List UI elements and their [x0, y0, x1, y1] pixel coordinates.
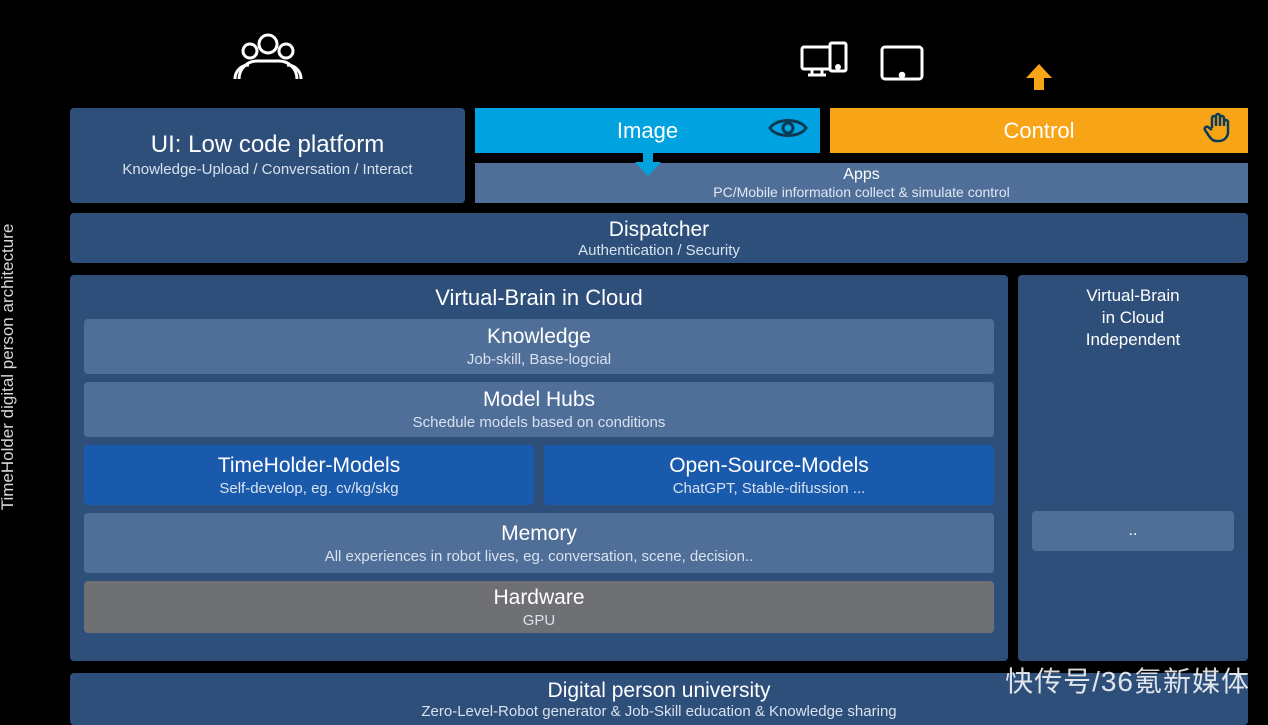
hardware-title: Hardware — [493, 586, 584, 610]
university-title: Digital person university — [548, 679, 771, 703]
people-icon-container — [70, 30, 465, 88]
ui-platform-title: UI: Low code platform — [151, 131, 384, 159]
sidebar-title: TimeHolder digital person architecture — [0, 224, 18, 511]
university-box: Digital person university Zero-Level-Rob… — [70, 673, 1248, 725]
virtual-brain-container: Virtual-Brain in Cloud Knowledge Job-ski… — [70, 275, 1008, 661]
memory-box: Memory All experiences in robot lives, e… — [84, 513, 994, 573]
platform-row: UI: Low code platform Knowledge-Upload /… — [70, 108, 1248, 203]
model-hubs-box: Model Hubs Schedule models based on cond… — [84, 382, 994, 437]
university-subtitle: Zero-Level-Robot generator & Job-Skill e… — [421, 703, 896, 720]
tablet-icon — [878, 43, 926, 88]
image-control-row: Image Control — [475, 108, 1248, 153]
timeholder-models-box: TimeHolder-Models Self-develop, eg. cv/k… — [84, 445, 534, 505]
apps-subtitle: PC/Mobile information collect & simulate… — [713, 184, 1009, 200]
memory-title: Memory — [501, 522, 577, 546]
up-arrow-icon — [1024, 64, 1054, 96]
open-source-models-title: Open-Source-Models — [669, 454, 869, 478]
top-icons-row — [70, 30, 1248, 88]
hardware-box: Hardware GPU — [84, 581, 994, 633]
independent-box: Virtual-Brain in Cloud Independent .. — [1018, 275, 1248, 661]
open-source-models-box: Open-Source-Models ChatGPT, Stable-difus… — [544, 445, 994, 505]
control-box: Control — [830, 108, 1248, 153]
dispatcher-subtitle: Authentication / Security — [578, 242, 740, 259]
independent-inner-box: .. — [1032, 511, 1234, 551]
model-hubs-title: Model Hubs — [483, 388, 595, 412]
independent-line1: Virtual-Brain — [1086, 285, 1181, 307]
desktop-mobile-icon — [798, 39, 850, 88]
control-label: Control — [1004, 118, 1075, 144]
ui-platform-box: UI: Low code platform Knowledge-Upload /… — [70, 108, 465, 203]
eye-icon — [768, 114, 808, 148]
knowledge-subtitle: Job-skill, Base-logcial — [467, 351, 611, 368]
timeholder-models-subtitle: Self-develop, eg. cv/kg/skg — [219, 480, 398, 497]
memory-subtitle: All experiences in robot lives, eg. conv… — [325, 548, 754, 565]
ui-platform-subtitle: Knowledge-Upload / Conversation / Intera… — [122, 161, 412, 178]
dispatcher-box: Dispatcher Authentication / Security — [70, 213, 1248, 263]
independent-line2: in Cloud — [1086, 307, 1181, 329]
hardware-subtitle: GPU — [523, 612, 556, 629]
virtual-brain-row: Virtual-Brain in Cloud Knowledge Job-ski… — [70, 275, 1248, 661]
apps-box: Apps PC/Mobile information collect & sim… — [475, 163, 1248, 203]
model-hubs-subtitle: Schedule models based on conditions — [413, 414, 666, 431]
knowledge-title: Knowledge — [487, 325, 591, 349]
image-control-column: Image Control — [475, 108, 1248, 203]
device-icons-container — [475, 30, 1248, 88]
virtual-brain-stack: Knowledge Job-skill, Base-logcial Model … — [84, 319, 994, 649]
apps-title: Apps — [843, 166, 879, 184]
image-label: Image — [617, 118, 678, 144]
independent-line3: Independent — [1086, 329, 1181, 351]
timeholder-models-title: TimeHolder-Models — [218, 454, 400, 478]
people-icon — [233, 31, 303, 88]
virtual-brain-title: Virtual-Brain in Cloud — [84, 285, 994, 311]
dispatcher-title: Dispatcher — [609, 218, 709, 242]
diagram-stage: UI: Low code platform Knowledge-Upload /… — [70, 30, 1248, 704]
open-source-models-subtitle: ChatGPT, Stable-difussion ... — [673, 480, 866, 497]
knowledge-box: Knowledge Job-skill, Base-logcial — [84, 319, 994, 374]
image-box: Image — [475, 108, 820, 153]
down-arrow-icon — [633, 150, 663, 182]
models-row: TimeHolder-Models Self-develop, eg. cv/k… — [84, 445, 994, 505]
hand-cursor-icon — [1200, 110, 1236, 152]
